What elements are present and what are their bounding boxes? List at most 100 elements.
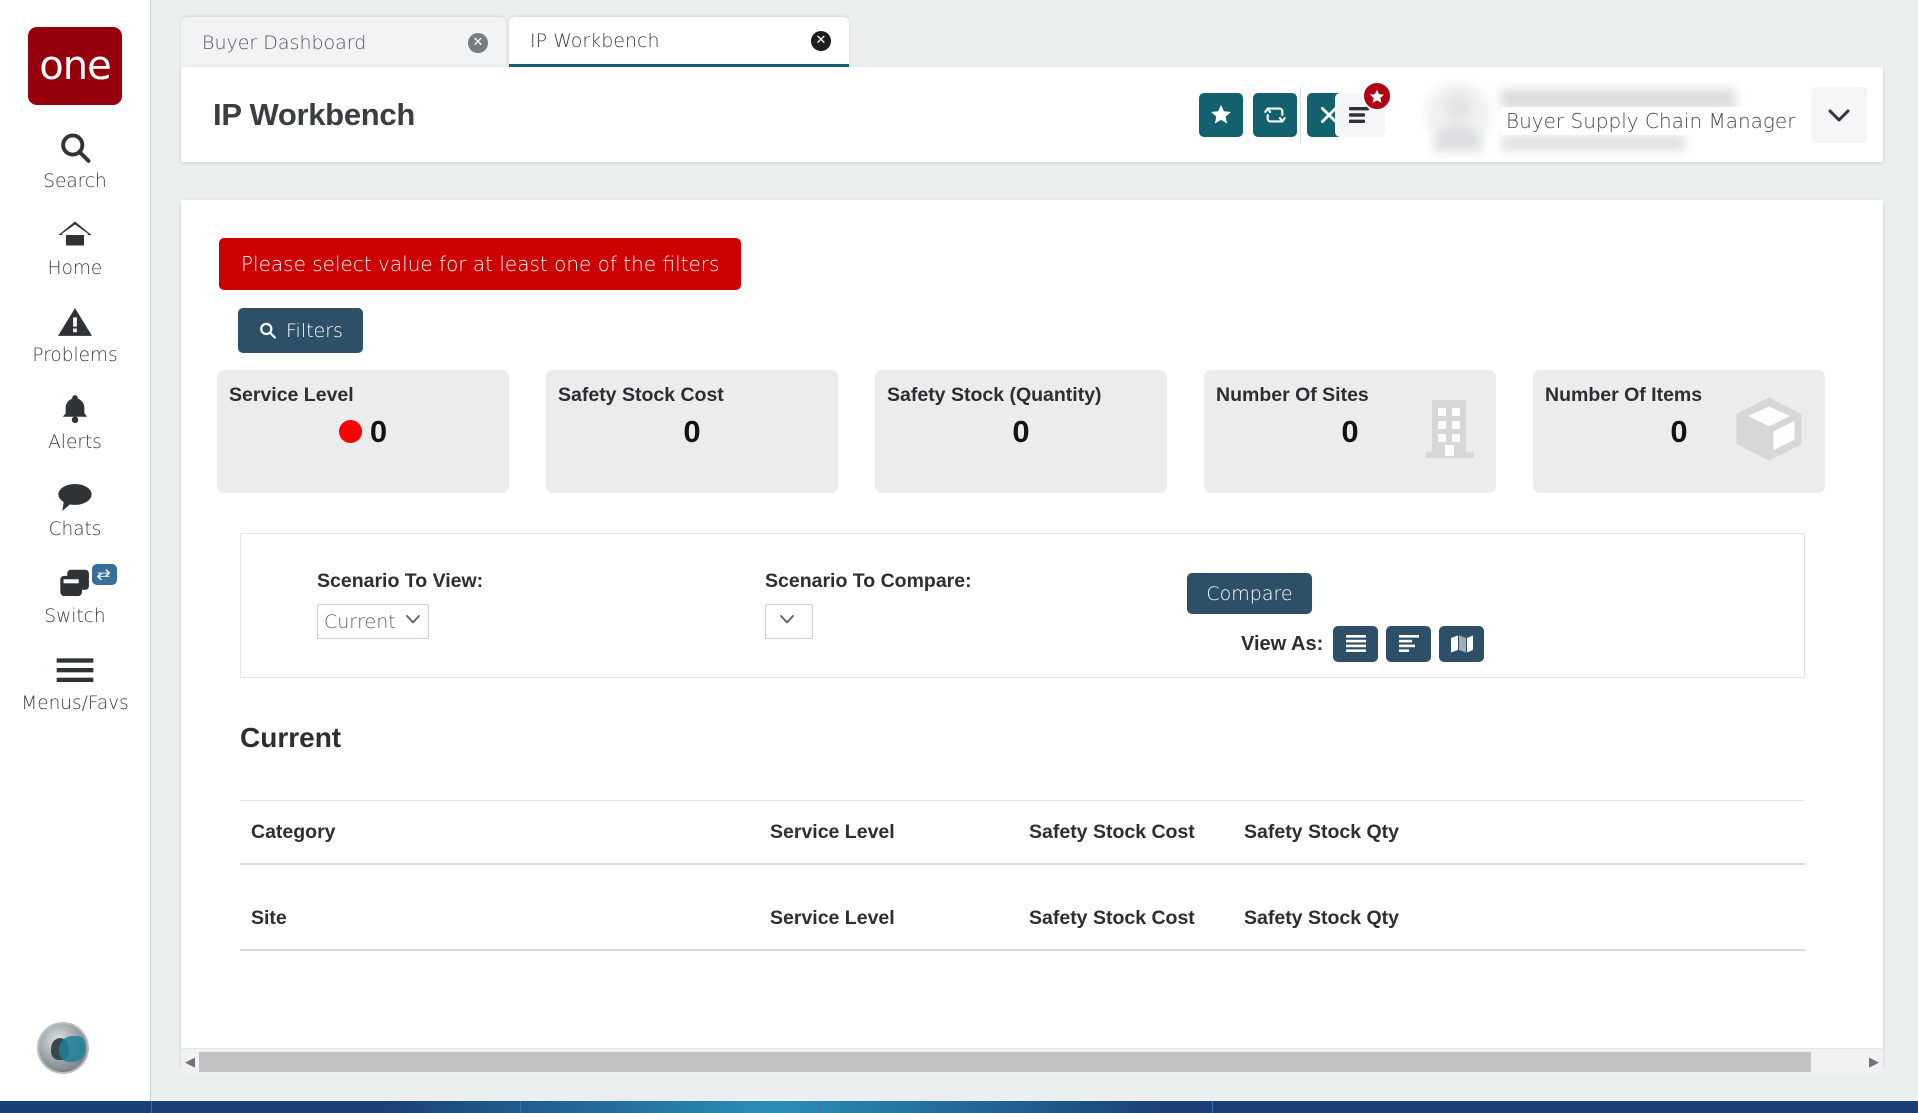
star-icon	[1211, 104, 1231, 124]
taskbar-divider	[1212, 1101, 1213, 1113]
sidebar-item-menus-favs[interactable]: Menus/Favs	[0, 649, 151, 714]
box-icon	[1733, 396, 1805, 467]
kpi-title: Safety Stock (Quantity)	[887, 384, 1102, 406]
favorites-badge	[1362, 81, 1392, 111]
scenario-to-compare-label: Scenario To Compare:	[765, 570, 972, 592]
avatar[interactable]	[1425, 82, 1491, 152]
bell-icon	[57, 388, 93, 430]
sidebar-item-chats[interactable]: Chats	[0, 475, 151, 540]
user-name-redacted	[1501, 89, 1736, 109]
switch-badge[interactable]	[91, 564, 117, 585]
list-justify-icon	[1345, 635, 1366, 652]
user-avatar-sidebar[interactable]	[37, 1022, 89, 1074]
tab-buyer-dashboard[interactable]: Buyer Dashboard ✕	[181, 17, 506, 68]
avatar-highlight	[59, 1036, 85, 1062]
taskbar-divider	[151, 1101, 152, 1113]
column-header-category[interactable]: Category	[240, 821, 770, 844]
table-header-row: Site Service Level Safety Stock Cost Saf…	[240, 887, 1805, 949]
scenario-to-view-label: Scenario To View:	[317, 570, 484, 592]
header-divider	[1300, 87, 1301, 143]
kpi-title: Service Level	[229, 384, 354, 406]
taskbar-divider	[820, 1101, 821, 1113]
column-header-site[interactable]: Site	[240, 907, 770, 930]
status-indicator-dot	[338, 420, 362, 444]
tab-label: IP Workbench	[530, 29, 660, 52]
user-subtitle-redacted	[1501, 135, 1686, 151]
kpi-safety-stock-cost[interactable]: Safety Stock Cost 0	[546, 370, 838, 493]
validation-alert-banner: Please select value for at least one of …	[219, 238, 742, 290]
close-circle-icon[interactable]: ✕	[811, 30, 831, 51]
scrollbar-track[interactable]	[199, 1050, 1865, 1073]
view-as-label: View As:	[1241, 632, 1324, 655]
search-icon	[260, 322, 277, 339]
user-menu-toggle[interactable]	[1811, 87, 1867, 143]
column-header-safety-stock-qty[interactable]: Safety Stock Qty	[1244, 907, 1544, 930]
favorite-button[interactable]	[1199, 92, 1243, 137]
sidebar-item-alerts[interactable]: Alerts	[0, 388, 151, 453]
os-taskbar	[0, 1101, 1918, 1113]
column-header-service-level[interactable]: Service Level	[770, 821, 1029, 844]
view-as-list-button[interactable]	[1333, 626, 1379, 662]
kpi-service-level[interactable]: Service Level 0	[217, 370, 509, 493]
exchange-arrows-icon	[96, 568, 111, 580]
kpi-number-of-items[interactable]: Number Of Items 0	[1533, 370, 1825, 493]
filters-button[interactable]: Filters	[238, 308, 363, 353]
refresh-button[interactable]	[1253, 92, 1297, 137]
map-icon	[1450, 635, 1473, 653]
site-table: Site Service Level Safety Stock Cost Saf…	[240, 887, 1805, 951]
warning-triangle-icon	[56, 301, 94, 343]
scenario-to-view-select[interactable]: Current	[317, 604, 429, 639]
chevron-down-icon	[1828, 109, 1850, 121]
user-role-label: Buyer Supply Chain Manager	[1502, 107, 1800, 135]
chat-bubble-icon	[56, 475, 94, 517]
taskbar-divider	[520, 1101, 521, 1113]
section-title: Current	[240, 722, 342, 753]
view-as-map-button[interactable]	[1439, 626, 1485, 662]
kpi-value-wrap: 0	[217, 414, 509, 450]
kpi-number-of-sites[interactable]: Number Of Sites 0	[1204, 370, 1496, 493]
sidebar-item-search[interactable]: Search	[0, 127, 151, 192]
tab-ip-workbench[interactable]: IP Workbench ✕	[509, 17, 849, 68]
taskbar-highlight	[380, 1101, 1170, 1113]
scrollbar-thumb[interactable]	[199, 1051, 1811, 1072]
filters-button-label: Filters	[286, 319, 343, 342]
table-header-row: Category Service Level Safety Stock Cost…	[240, 801, 1805, 863]
page-header: IP Workbench Buyer Supply Chain Manager	[181, 67, 1883, 162]
refresh-icon	[1264, 107, 1286, 122]
scroll-left-arrow[interactable]: ◀	[181, 1054, 199, 1070]
column-header-safety-stock-cost[interactable]: Safety Stock Cost	[1029, 821, 1244, 844]
sidebar-item-label: Alerts	[48, 432, 102, 453]
column-header-safety-stock-cost[interactable]: Safety Stock Cost	[1029, 907, 1244, 930]
scroll-right-arrow[interactable]: ▶	[1865, 1054, 1883, 1070]
sidebar-item-label: Chats	[48, 519, 102, 540]
kpi-value: 0	[1012, 414, 1030, 449]
kpi-safety-stock-quantity[interactable]: Safety Stock (Quantity) 0	[875, 370, 1167, 493]
avatar-body	[1433, 124, 1483, 152]
sidebar-item-problems[interactable]: Problems	[0, 301, 151, 366]
table-bottom-divider	[240, 863, 1805, 865]
search-icon	[57, 127, 93, 169]
windows-switch-icon	[56, 562, 94, 604]
sidebar-item-label: Home	[47, 258, 103, 279]
sidebar-item-label: Menus/Favs	[21, 693, 129, 714]
left-sidebar: one Search Home Problems Alerts Chats Sw…	[0, 0, 151, 1101]
scenario-to-compare-select[interactable]	[765, 604, 813, 639]
kpi-title: Safety Stock Cost	[558, 384, 724, 406]
sidebar-item-home[interactable]: Home	[0, 214, 151, 279]
close-circle-icon[interactable]: ✕	[468, 32, 488, 53]
view-as-chart-button[interactable]	[1386, 626, 1432, 662]
header-action-buttons	[1199, 92, 1351, 137]
one-network-logo[interactable]: one	[28, 27, 122, 105]
tab-bar: Buyer Dashboard ✕ IP Workbench ✕	[151, 0, 1918, 68]
column-header-service-level[interactable]: Service Level	[770, 907, 1029, 930]
horizontal-scrollbar[interactable]: ◀ ▶	[181, 1048, 1883, 1074]
logo-text: one	[39, 43, 111, 89]
building-icon	[1424, 396, 1476, 467]
compare-button[interactable]: Compare	[1187, 573, 1312, 614]
sidebar-item-label: Switch	[44, 606, 106, 627]
sidebar-item-switch[interactable]: Switch	[0, 562, 151, 627]
column-header-safety-stock-qty[interactable]: Safety Stock Qty	[1244, 821, 1544, 844]
sidebar-item-label: Search	[43, 171, 107, 192]
scenario-panel: Scenario To View: Current Scenario To Co…	[240, 533, 1805, 678]
page-title: IP Workbench	[213, 96, 415, 132]
